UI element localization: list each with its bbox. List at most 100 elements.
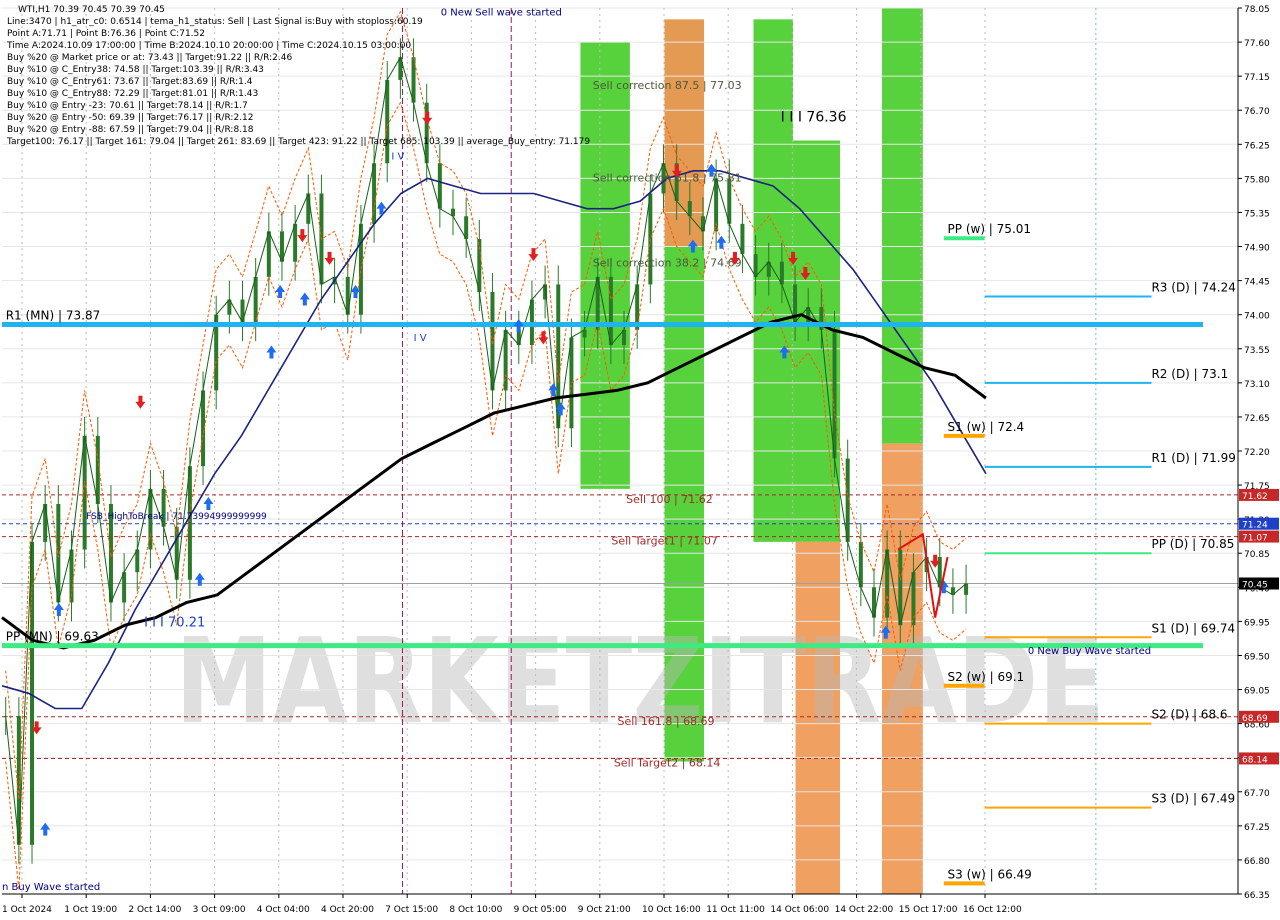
pivot-level-label: S3 (w) | 66.49 xyxy=(948,867,1032,881)
info-line: Target100: 76.17 || Target 161: 79.04 ||… xyxy=(7,137,591,147)
symbol-line: WTI,H1 70.39 70.45 70.39 70.45 xyxy=(18,5,165,15)
candle-body xyxy=(608,276,613,345)
x-tick-label: 8 Oct 10:00 xyxy=(449,905,502,915)
price-tag-label: 71.62 xyxy=(1242,492,1268,502)
y-tick-label: 74.90 xyxy=(1244,244,1270,254)
info-line: Point A:71.71 | Point B:76.36 | Point C:… xyxy=(7,29,205,39)
pivot-level-label: S3 (D) | 67.49 xyxy=(1151,792,1235,806)
candle-body xyxy=(727,178,732,224)
y-tick-label: 75.80 xyxy=(1244,175,1270,185)
candle-body xyxy=(201,390,206,467)
y-tick-label: 69.95 xyxy=(1244,618,1270,628)
x-tick-label: 7 Oct 15:00 xyxy=(385,905,438,915)
y-tick-label: 73.10 xyxy=(1244,380,1270,390)
candle-body xyxy=(648,193,653,285)
candle-body xyxy=(82,435,87,550)
y-tick-label: 74.00 xyxy=(1244,312,1270,322)
y-tick-label: 69.05 xyxy=(1244,687,1270,697)
pivot-level-label: PP (D) | 70.85 xyxy=(1151,537,1234,551)
info-line: Buy %10 @ C_Entry88: 72.29 || Target:81.… xyxy=(7,89,259,99)
candle-body xyxy=(122,572,127,603)
y-tick-label: 77.60 xyxy=(1244,39,1270,49)
x-tick-label: 16 Oct 12:00 xyxy=(963,905,1022,915)
info-line: Time A:2024.10.09 17:00:00 | Time B:2024… xyxy=(7,41,412,51)
x-tick-label: 9 Oct 05:00 xyxy=(514,905,567,915)
y-tick-label: 66.35 xyxy=(1244,891,1270,901)
info-line: Buy %20 @ Market price or at: 73.43 || T… xyxy=(7,53,293,63)
x-tick-label: 2 Oct 14:00 xyxy=(128,905,181,915)
candle-body xyxy=(832,329,837,459)
y-tick-label: 70.85 xyxy=(1244,550,1270,560)
pivot-level-label: S1 (D) | 69.74 xyxy=(1151,621,1235,635)
price-axis xyxy=(1238,0,1280,920)
pivot-level-label: PP (w) | 75.01 xyxy=(948,222,1032,236)
info-line: Buy %20 @ Entry -50: 69.39 || Target:76.… xyxy=(7,113,254,123)
y-tick-label: 75.35 xyxy=(1244,209,1270,219)
candle-body xyxy=(43,504,48,542)
price-tag-label: 68.14 xyxy=(1242,755,1268,765)
y-tick-label: 66.80 xyxy=(1244,857,1270,867)
candle-body xyxy=(740,223,745,255)
x-tick-label: 14 Oct 22:00 xyxy=(835,905,894,915)
pivot-level-label: R3 (D) | 74.24 xyxy=(1151,281,1235,295)
zone-band xyxy=(882,8,923,444)
pivot-level-label: R1 (MN) | 73.87 xyxy=(6,309,101,323)
x-tick-label: 15 Oct 17:00 xyxy=(899,905,958,915)
pivot-level-label: R1 (D) | 71.99 xyxy=(1151,451,1235,465)
candle-body xyxy=(437,163,442,209)
candle-body xyxy=(187,466,192,580)
info-line: Buy %10 @ C_Entry61: 73.67 || Target:83.… xyxy=(7,77,253,87)
chart-annotation: I V xyxy=(414,333,427,344)
chart-annotation: I V xyxy=(391,151,404,162)
x-tick-label: 1 Oct 19:00 xyxy=(64,905,117,915)
chart-annotation: n Buy Wave started xyxy=(2,882,100,893)
fib-label: Sell Target1 | 71.07 xyxy=(611,535,718,548)
chart-annotation: 0 New Buy Wave started xyxy=(1028,646,1151,657)
pivot-level-label: PP (MN) | 69.63 xyxy=(6,630,99,644)
x-tick-label: 9 Oct 21:00 xyxy=(578,905,631,915)
y-tick-label: 77.15 xyxy=(1244,73,1270,83)
price-tag-label: 71.24 xyxy=(1242,521,1268,531)
info-line: Buy %10 @ C_Entry38: 74.58 || Target:103… xyxy=(7,65,264,75)
x-tick-label: 14 Oct 06:00 xyxy=(770,905,829,915)
candle-body xyxy=(569,337,574,429)
chart-annotation: FSB_HighToBreak | 71.73994999999999 xyxy=(86,512,267,522)
candle-body xyxy=(385,79,390,164)
candle-body xyxy=(858,541,863,588)
candle-body xyxy=(358,223,363,315)
candle-body xyxy=(253,276,258,323)
y-tick-label: 76.25 xyxy=(1244,141,1270,151)
candle-body xyxy=(871,587,876,618)
pivot-level-label: S1 (w) | 72.4 xyxy=(948,420,1025,434)
y-tick-label: 76.70 xyxy=(1244,107,1270,117)
candle-body xyxy=(779,261,784,285)
pivot-level-label: S2 (D) | 68.6 xyxy=(1151,708,1227,722)
fib-label: Sell correction 87.5 | 77.03 xyxy=(593,79,742,92)
y-tick-label: 72.65 xyxy=(1244,414,1270,424)
x-tick-label: 10 Oct 16:00 xyxy=(642,905,701,915)
fib-label: Sell correction 38.2 | 74.69 xyxy=(593,256,742,269)
fib-label: Sell 161.8 | 68.69 xyxy=(618,715,715,728)
chart-annotation: I I I 76.36 xyxy=(781,110,847,126)
candle-body xyxy=(306,193,311,224)
x-tick-label: 4 Oct 20:00 xyxy=(321,905,374,915)
current-price-label: 70.45 xyxy=(1242,581,1268,591)
pivot-level-label: R2 (D) | 73.1 xyxy=(1151,367,1228,381)
candle-body xyxy=(898,549,903,626)
info-line: Line:3470 | h1_atr_c0: 0.6514 | tema_h1_… xyxy=(7,17,423,27)
y-tick-label: 72.20 xyxy=(1244,448,1270,458)
fib-label: Sell Target2 | 68.14 xyxy=(614,756,721,769)
fib-label: Sell 100 | 71.62 xyxy=(626,493,713,506)
pivot-level-label: S2 (w) | 69.1 xyxy=(948,670,1025,684)
price-tag-label: 68.69 xyxy=(1242,714,1268,724)
y-tick-label: 67.25 xyxy=(1244,823,1270,833)
x-tick-label: 1 Oct 2024 xyxy=(2,905,52,915)
price-tag-label: 71.07 xyxy=(1242,534,1268,544)
fib-label: Sell correction 61.8 | 75.81 xyxy=(593,172,742,185)
x-tick-label: 3 Oct 09:00 xyxy=(193,905,246,915)
y-tick-label: 69.50 xyxy=(1244,652,1270,662)
chart-annotation: I I I 70.21 xyxy=(144,616,205,631)
y-tick-label: 73.55 xyxy=(1244,346,1270,356)
x-tick-label: 11 Oct 11:00 xyxy=(706,905,765,915)
info-line: Buy %20 @ Entry -88: 67.59 || Target:79.… xyxy=(7,125,254,135)
